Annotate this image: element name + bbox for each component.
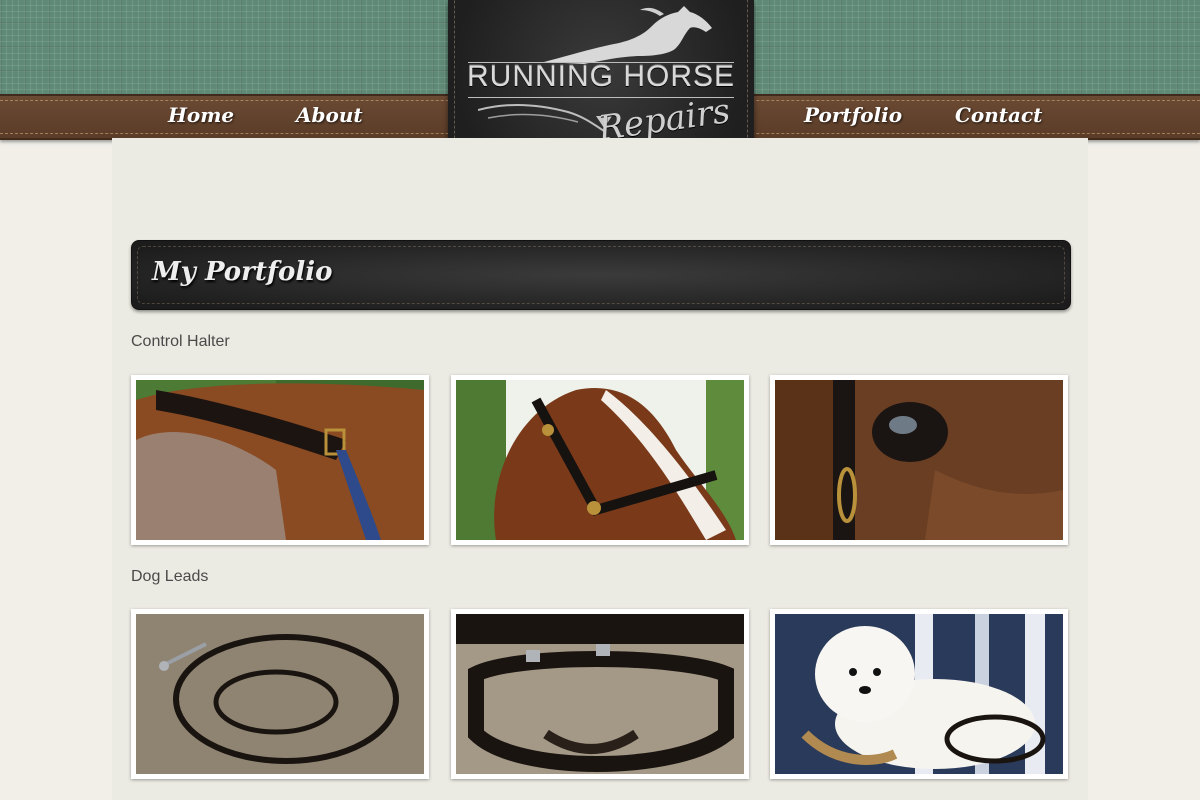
dog-lead-photo-image xyxy=(456,614,744,774)
dog-lead-photo-image xyxy=(775,614,1063,774)
halter-photo-image xyxy=(775,380,1063,540)
nav-contact-link[interactable]: Contact xyxy=(955,103,1042,127)
dog-lead-photo-image xyxy=(136,614,424,774)
portfolio-thumbnail[interactable] xyxy=(451,375,749,545)
page-title: My Portfolio xyxy=(152,257,333,287)
portfolio-thumbnail[interactable] xyxy=(131,609,429,779)
logo-title: RUNNING HORSE xyxy=(466,60,735,93)
nav-portfolio-link[interactable]: Portfolio xyxy=(804,103,902,127)
portfolio-thumbnail[interactable] xyxy=(770,609,1068,779)
section-label-dog-leads: Dog Leads xyxy=(131,568,209,585)
portfolio-thumbnail[interactable] xyxy=(131,375,429,545)
portfolio-thumbnail[interactable] xyxy=(770,375,1068,545)
halter-photo-image xyxy=(136,380,424,540)
section-label-control-halter: Control Halter xyxy=(131,333,230,350)
halter-photo-image xyxy=(456,380,744,540)
nav-about-link[interactable]: About xyxy=(296,103,363,127)
portfolio-thumbnail[interactable] xyxy=(451,609,749,779)
page-title-banner: My Portfolio xyxy=(131,240,1071,310)
running-horse-icon xyxy=(544,6,712,64)
nav-home-link[interactable]: Home xyxy=(168,103,234,127)
